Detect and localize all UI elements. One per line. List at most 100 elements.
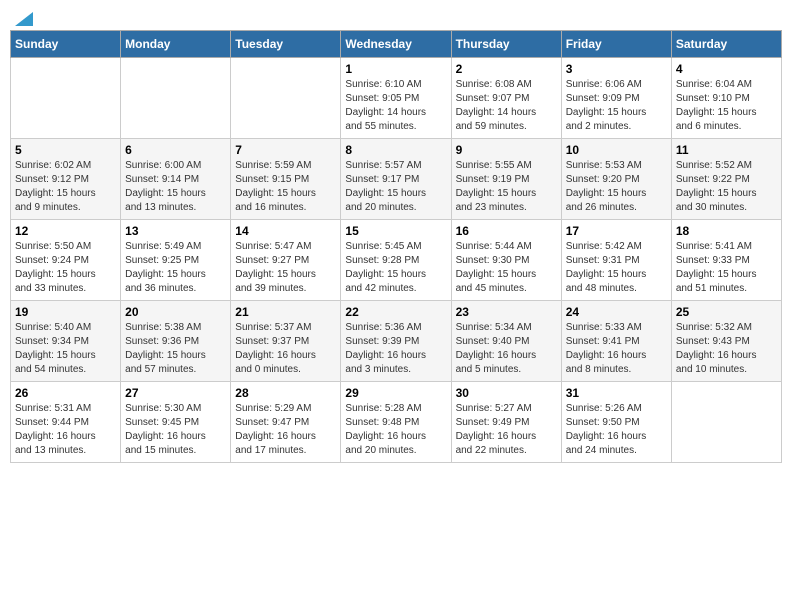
calendar-cell: [671, 382, 781, 463]
calendar-cell: 26 Sunrise: 5:31 AMSunset: 9:44 PMDayligh…: [11, 382, 121, 463]
calendar-cell: 28 Sunrise: 5:29 AMSunset: 9:47 PMDayligh…: [231, 382, 341, 463]
calendar-cell: 24 Sunrise: 5:33 AMSunset: 9:41 PMDayligh…: [561, 301, 671, 382]
calendar-cell: 25Sunrise: 5:32 AMSunset: 9:43 PMDayligh…: [671, 301, 781, 382]
day-info: Sunrise: 6:06 AMSunset: 9:09 PMDaylight:…: [566, 78, 667, 134]
calendar-week-row: 1 Sunrise: 6:10 AMSunset: 9:05 PMDaylight…: [11, 58, 782, 139]
day-number: 21: [235, 305, 336, 319]
day-info: Sunrise: 5:53 AMSunset: 9:20 PMDaylight:…: [566, 159, 667, 215]
calendar-cell: 4 Sunrise: 6:04 AMSunset: 9:10 PMDaylight…: [671, 58, 781, 139]
day-number: 5: [15, 143, 116, 157]
day-number: 26: [15, 386, 116, 400]
day-number: 15: [345, 224, 446, 238]
page-header: [10, 10, 782, 26]
logo-icon: [15, 8, 33, 26]
calendar-cell: 7 Sunrise: 5:59 AMSunset: 9:15 PMDaylight…: [231, 139, 341, 220]
day-number: 25: [676, 305, 777, 319]
calendar-cell: 5 Sunrise: 6:02 AMSunset: 9:12 PMDaylight…: [11, 139, 121, 220]
day-info: Sunrise: 5:44 AMSunset: 9:30 PMDaylight:…: [456, 240, 557, 296]
weekday-header: Thursday: [451, 31, 561, 58]
day-number: 28: [235, 386, 336, 400]
calendar-cell: [121, 58, 231, 139]
day-number: 22: [345, 305, 446, 319]
day-info: Sunrise: 5:49 AMSunset: 9:25 PMDaylight:…: [125, 240, 226, 296]
calendar-cell: 10 Sunrise: 5:53 AMSunset: 9:20 PMDayligh…: [561, 139, 671, 220]
day-info: Sunrise: 5:33 AMSunset: 9:41 PMDaylight:…: [566, 321, 667, 377]
calendar-cell: 30 Sunrise: 5:27 AMSunset: 9:49 PMDayligh…: [451, 382, 561, 463]
calendar-cell: 15Sunrise: 5:45 AMSunset: 9:28 PMDayligh…: [341, 220, 451, 301]
calendar-cell: 8 Sunrise: 5:57 AMSunset: 9:17 PMDaylight…: [341, 139, 451, 220]
day-number: 31: [566, 386, 667, 400]
logo: [14, 10, 33, 26]
day-number: 18: [676, 224, 777, 238]
calendar-cell: 9Sunrise: 5:55 AMSunset: 9:19 PMDaylight…: [451, 139, 561, 220]
day-info: Sunrise: 5:36 AMSunset: 9:39 PMDaylight:…: [345, 321, 446, 377]
day-info: Sunrise: 5:38 AMSunset: 9:36 PMDaylight:…: [125, 321, 226, 377]
day-number: 11: [676, 143, 777, 157]
day-number: 10: [566, 143, 667, 157]
day-number: 19: [15, 305, 116, 319]
calendar-header-row: SundayMondayTuesdayWednesdayThursdayFrid…: [11, 31, 782, 58]
day-info: Sunrise: 5:29 AMSunset: 9:47 PMDaylight:…: [235, 402, 336, 458]
calendar-cell: 23Sunrise: 5:34 AMSunset: 9:40 PMDayligh…: [451, 301, 561, 382]
weekday-header: Sunday: [11, 31, 121, 58]
day-info: Sunrise: 5:41 AMSunset: 9:33 PMDaylight:…: [676, 240, 777, 296]
calendar-cell: 1 Sunrise: 6:10 AMSunset: 9:05 PMDaylight…: [341, 58, 451, 139]
calendar-cell: 20Sunrise: 5:38 AMSunset: 9:36 PMDayligh…: [121, 301, 231, 382]
calendar-cell: [11, 58, 121, 139]
day-number: 1: [345, 62, 446, 76]
calendar-week-row: 12 Sunrise: 5:50 AMSunset: 9:24 PMDayligh…: [11, 220, 782, 301]
calendar-cell: 31 Sunrise: 5:26 AMSunset: 9:50 PMDayligh…: [561, 382, 671, 463]
weekday-header: Monday: [121, 31, 231, 58]
weekday-header: Tuesday: [231, 31, 341, 58]
day-info: Sunrise: 5:28 AMSunset: 9:48 PMDaylight:…: [345, 402, 446, 458]
day-info: Sunrise: 5:57 AMSunset: 9:17 PMDaylight:…: [345, 159, 446, 215]
weekday-header: Friday: [561, 31, 671, 58]
calendar-week-row: 5 Sunrise: 6:02 AMSunset: 9:12 PMDaylight…: [11, 139, 782, 220]
calendar-cell: 12 Sunrise: 5:50 AMSunset: 9:24 PMDayligh…: [11, 220, 121, 301]
day-number: 27: [125, 386, 226, 400]
calendar-cell: 18 Sunrise: 5:41 AMSunset: 9:33 PMDayligh…: [671, 220, 781, 301]
day-info: Sunrise: 5:26 AMSunset: 9:50 PMDaylight:…: [566, 402, 667, 458]
calendar-cell: 27 Sunrise: 5:30 AMSunset: 9:45 PMDayligh…: [121, 382, 231, 463]
calendar-cell: 11 Sunrise: 5:52 AMSunset: 9:22 PMDayligh…: [671, 139, 781, 220]
day-info: Sunrise: 6:08 AMSunset: 9:07 PMDaylight:…: [456, 78, 557, 134]
day-number: 2: [456, 62, 557, 76]
calendar-cell: 6Sunrise: 6:00 AMSunset: 9:14 PMDaylight…: [121, 139, 231, 220]
calendar-cell: 29 Sunrise: 5:28 AMSunset: 9:48 PMDayligh…: [341, 382, 451, 463]
day-number: 16: [456, 224, 557, 238]
day-info: Sunrise: 5:27 AMSunset: 9:49 PMDaylight:…: [456, 402, 557, 458]
day-number: 13: [125, 224, 226, 238]
day-info: Sunrise: 6:04 AMSunset: 9:10 PMDaylight:…: [676, 78, 777, 134]
day-number: 8: [345, 143, 446, 157]
calendar-cell: 17 Sunrise: 5:42 AMSunset: 9:31 PMDayligh…: [561, 220, 671, 301]
day-number: 29: [345, 386, 446, 400]
day-info: Sunrise: 6:02 AMSunset: 9:12 PMDaylight:…: [15, 159, 116, 215]
day-number: 4: [676, 62, 777, 76]
day-number: 17: [566, 224, 667, 238]
day-info: Sunrise: 5:31 AMSunset: 9:44 PMDaylight:…: [15, 402, 116, 458]
calendar-week-row: 19 Sunrise: 5:40 AMSunset: 9:34 PMDayligh…: [11, 301, 782, 382]
day-info: Sunrise: 5:42 AMSunset: 9:31 PMDaylight:…: [566, 240, 667, 296]
day-info: Sunrise: 5:59 AMSunset: 9:15 PMDaylight:…: [235, 159, 336, 215]
day-info: Sunrise: 5:37 AMSunset: 9:37 PMDaylight:…: [235, 321, 336, 377]
day-number: 12: [15, 224, 116, 238]
day-number: 7: [235, 143, 336, 157]
day-number: 9: [456, 143, 557, 157]
day-info: Sunrise: 5:34 AMSunset: 9:40 PMDaylight:…: [456, 321, 557, 377]
calendar-cell: 3 Sunrise: 6:06 AMSunset: 9:09 PMDaylight…: [561, 58, 671, 139]
day-info: Sunrise: 5:30 AMSunset: 9:45 PMDaylight:…: [125, 402, 226, 458]
calendar-week-row: 26 Sunrise: 5:31 AMSunset: 9:44 PMDayligh…: [11, 382, 782, 463]
day-number: 3: [566, 62, 667, 76]
calendar-cell: 22 Sunrise: 5:36 AMSunset: 9:39 PMDayligh…: [341, 301, 451, 382]
day-info: Sunrise: 6:10 AMSunset: 9:05 PMDaylight:…: [345, 78, 446, 134]
calendar-cell: 13 Sunrise: 5:49 AMSunset: 9:25 PMDayligh…: [121, 220, 231, 301]
day-number: 6: [125, 143, 226, 157]
calendar-cell: 14Sunrise: 5:47 AMSunset: 9:27 PMDayligh…: [231, 220, 341, 301]
day-number: 30: [456, 386, 557, 400]
day-info: Sunrise: 5:50 AMSunset: 9:24 PMDaylight:…: [15, 240, 116, 296]
day-number: 24: [566, 305, 667, 319]
day-info: Sunrise: 5:40 AMSunset: 9:34 PMDaylight:…: [15, 321, 116, 377]
calendar-table: SundayMondayTuesdayWednesdayThursdayFrid…: [10, 30, 782, 463]
calendar-cell: 16 Sunrise: 5:44 AMSunset: 9:30 PMDayligh…: [451, 220, 561, 301]
day-info: Sunrise: 5:52 AMSunset: 9:22 PMDaylight:…: [676, 159, 777, 215]
